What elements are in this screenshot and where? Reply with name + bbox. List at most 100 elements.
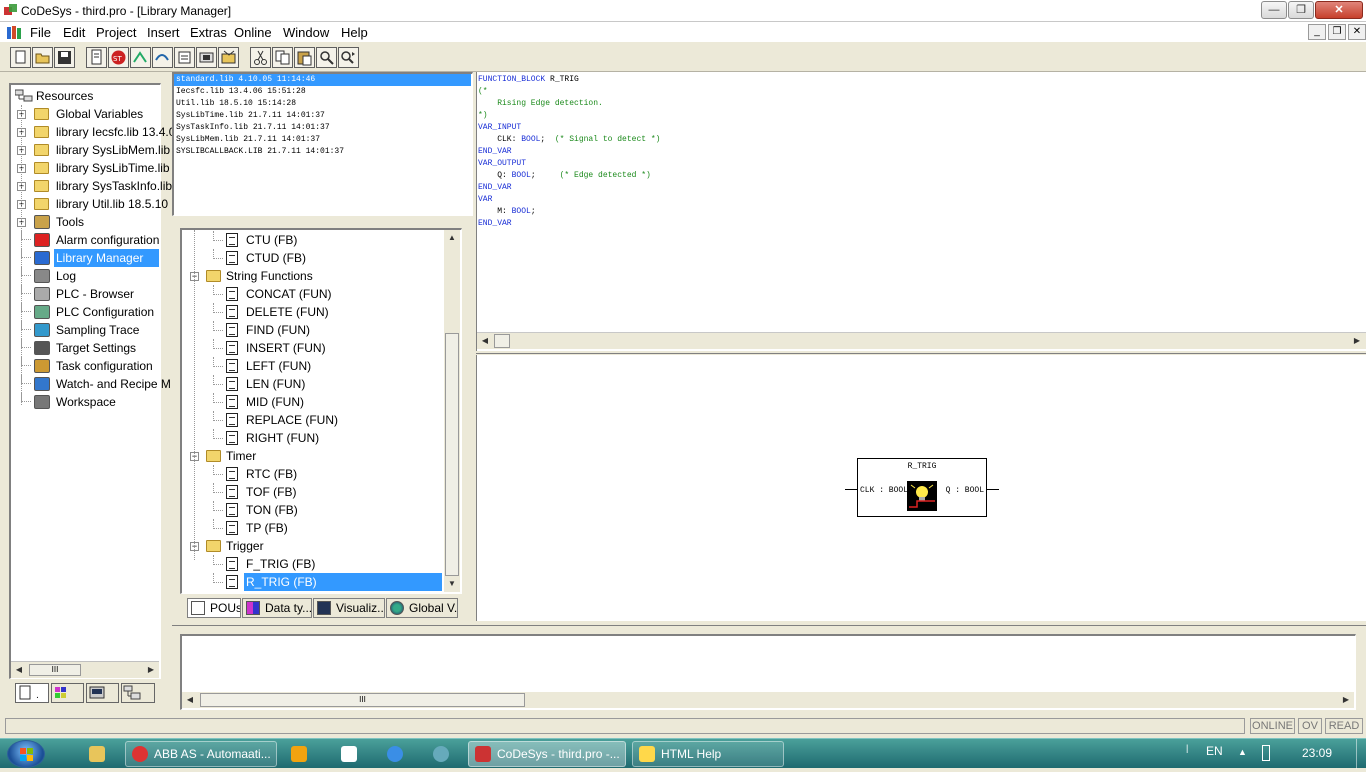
scroll-left-icon[interactable]: ◀	[11, 662, 27, 678]
code-line[interactable]: END_VAR	[478, 218, 512, 230]
menu-help[interactable]: Help	[341, 25, 368, 40]
code-line[interactable]: Q: BOOL; (* Edge detected *)	[478, 170, 651, 182]
library-entry[interactable]: standard.lib 4.10.05 11:14:46	[174, 74, 471, 86]
scroll-left-icon[interactable]: ◀	[477, 333, 493, 349]
pou-item[interactable]: TP (FB)	[182, 519, 444, 537]
resource-item[interactable]: + library SysLibMem.lib 2	[11, 141, 180, 159]
resource-item[interactable]: Target Settings	[11, 339, 157, 357]
compile-icon[interactable]	[86, 47, 107, 68]
code-line[interactable]: VAR_OUTPUT	[478, 158, 526, 170]
splitter[interactable]	[476, 351, 1366, 354]
menu-extras[interactable]: Extras	[190, 25, 227, 40]
fb-block[interactable]: R_TRIG CLK : BOOL Q : BOOL	[857, 458, 987, 517]
code-line[interactable]: END_VAR	[478, 182, 512, 194]
resource-item[interactable]: Library Manager	[11, 249, 159, 267]
pou-item[interactable]: TON (FB)	[182, 501, 444, 519]
resource-item[interactable]: + library SysLibTime.lib 2	[11, 159, 180, 177]
pou-item[interactable]: LEFT (FUN)	[182, 357, 444, 375]
find-icon[interactable]	[316, 47, 337, 68]
taskbar-paint-button[interactable]	[334, 741, 376, 767]
tab-visualizations[interactable]: Visualiz...	[313, 598, 385, 618]
cut-icon[interactable]	[250, 47, 271, 68]
minimize-button[interactable]: —	[1261, 1, 1287, 19]
pou-item[interactable]: TOF (FB)	[182, 483, 444, 501]
pou-item[interactable]: FIND (FUN)	[182, 321, 444, 339]
open-file-icon[interactable]	[32, 47, 53, 68]
library-entry[interactable]: SysTaskInfo.lib 21.7.11 14:01:37	[174, 122, 471, 134]
mdi-restore-button[interactable]: ❐	[1328, 24, 1346, 40]
stop-icon[interactable]: ST	[108, 47, 129, 68]
taskbar-codesys-button[interactable]: CoDeSys - third.pro -...	[468, 741, 626, 767]
menu-file[interactable]: File	[30, 25, 51, 40]
resource-item[interactable]: Workspace	[11, 393, 157, 411]
step-over-icon[interactable]	[152, 47, 173, 68]
code-line[interactable]: END_VAR	[478, 146, 512, 158]
find-next-icon[interactable]	[338, 47, 359, 68]
resource-item[interactable]: Watch- and Recipe M	[11, 375, 171, 393]
library-entry[interactable]: Iecsfc.lib 13.4.06 15:51:28	[174, 86, 471, 98]
pou-item[interactable]: MID (FUN)	[182, 393, 444, 411]
resource-item[interactable]: + Global Variables	[11, 105, 157, 123]
code-line[interactable]: FUNCTION_BLOCK R_TRIG	[478, 74, 579, 86]
show-hidden-icons-icon[interactable]: |	[1186, 743, 1188, 753]
declaration-hscroll-thumb[interactable]	[494, 334, 510, 348]
taskbar-explorer-button[interactable]	[82, 741, 120, 767]
menu-insert[interactable]: Insert	[147, 25, 180, 40]
library-entry[interactable]: SYSLIBCALLBACK.LIB 21.7.11 14:01:37	[174, 146, 471, 158]
pou-item[interactable]: F_TRIG (FB)	[182, 555, 444, 573]
pou-item[interactable]: INSERT (FUN)	[182, 339, 444, 357]
scroll-left-icon[interactable]: ◀	[182, 692, 198, 708]
resource-item[interactable]: Alarm configuration	[11, 231, 159, 249]
tab-pous[interactable]: POUs	[187, 598, 241, 618]
pou-item[interactable]: CTU (FB)	[182, 231, 444, 249]
resource-item[interactable]: + Tools	[11, 213, 157, 231]
resource-item[interactable]: Task configuration	[11, 357, 157, 375]
mdi-close-button[interactable]: ✕	[1348, 24, 1366, 40]
code-line[interactable]: M: BOOL;	[478, 206, 535, 218]
message-hscroll-thumb[interactable]: III	[200, 693, 525, 707]
pou-item[interactable]: RTC (FB)	[182, 465, 444, 483]
clock[interactable]: 23:09	[1302, 746, 1332, 760]
code-line[interactable]: VAR_INPUT	[478, 122, 521, 134]
scroll-right-icon[interactable]: ▶	[143, 662, 159, 678]
close-button[interactable]: ✕	[1315, 1, 1363, 19]
declaration-editor[interactable]	[476, 72, 1366, 351]
pou-folder[interactable]: − Timer	[182, 447, 444, 465]
tab-global-variables[interactable]: Global V...	[386, 598, 458, 618]
taskbar-outlook-button[interactable]	[284, 741, 326, 767]
pou-item[interactable]: R_TRIG (FB)	[182, 573, 444, 591]
pou-item[interactable]: CONCAT (FUN)	[182, 285, 444, 303]
library-entry[interactable]: SysLibMem.lib 21.7.11 14:01:37	[174, 134, 471, 146]
taskbar-help-button[interactable]: HTML Help	[632, 741, 784, 767]
step-in-icon[interactable]	[130, 47, 151, 68]
new-file-icon[interactable]	[10, 47, 31, 68]
mdi-minimize-button[interactable]: _	[1308, 24, 1326, 40]
scroll-up-icon[interactable]: ▲	[444, 230, 460, 246]
paste-icon[interactable]	[294, 47, 315, 68]
pou-folder[interactable]: − Trigger	[182, 537, 444, 555]
menu-project[interactable]: Project	[96, 25, 136, 40]
pou-folder[interactable]: − String Functions	[182, 267, 444, 285]
scroll-down-icon[interactable]: ▼	[444, 576, 460, 592]
show-desktop-button[interactable]	[1356, 739, 1366, 769]
resource-item[interactable]: PLC Configuration	[11, 303, 157, 321]
breakpoint-icon[interactable]	[174, 47, 195, 68]
pou-vscrollbar[interactable]: ▲ ▼	[444, 230, 460, 592]
start-button[interactable]	[7, 740, 45, 768]
pou-item[interactable]: RIGHT (FUN)	[182, 429, 444, 447]
taskbar-ie-button[interactable]	[380, 741, 420, 767]
pou-item[interactable]: LEN (FUN)	[182, 375, 444, 393]
pou-vscroll-thumb[interactable]	[445, 333, 459, 576]
scroll-right-icon[interactable]: ▶	[1349, 333, 1365, 349]
taskbar-chrome-button[interactable]: ABB AS - Automaati...	[125, 741, 277, 767]
save-icon[interactable]	[54, 47, 75, 68]
code-line[interactable]: (*	[478, 86, 488, 98]
resources-hscroll-thumb[interactable]: III	[29, 664, 81, 676]
tab-datatypes-left[interactable]	[51, 683, 84, 703]
code-line[interactable]: *)	[478, 110, 488, 122]
pou-item[interactable]: DELETE (FUN)	[182, 303, 444, 321]
resource-item[interactable]: + library Iecsfc.lib 13.4.0	[11, 123, 175, 141]
library-entry[interactable]: SysLibTime.lib 21.7.11 14:01:37	[174, 110, 471, 122]
pou-item[interactable]: CTUD (FB)	[182, 249, 444, 267]
tab-pous-left[interactable]: .	[15, 683, 49, 703]
